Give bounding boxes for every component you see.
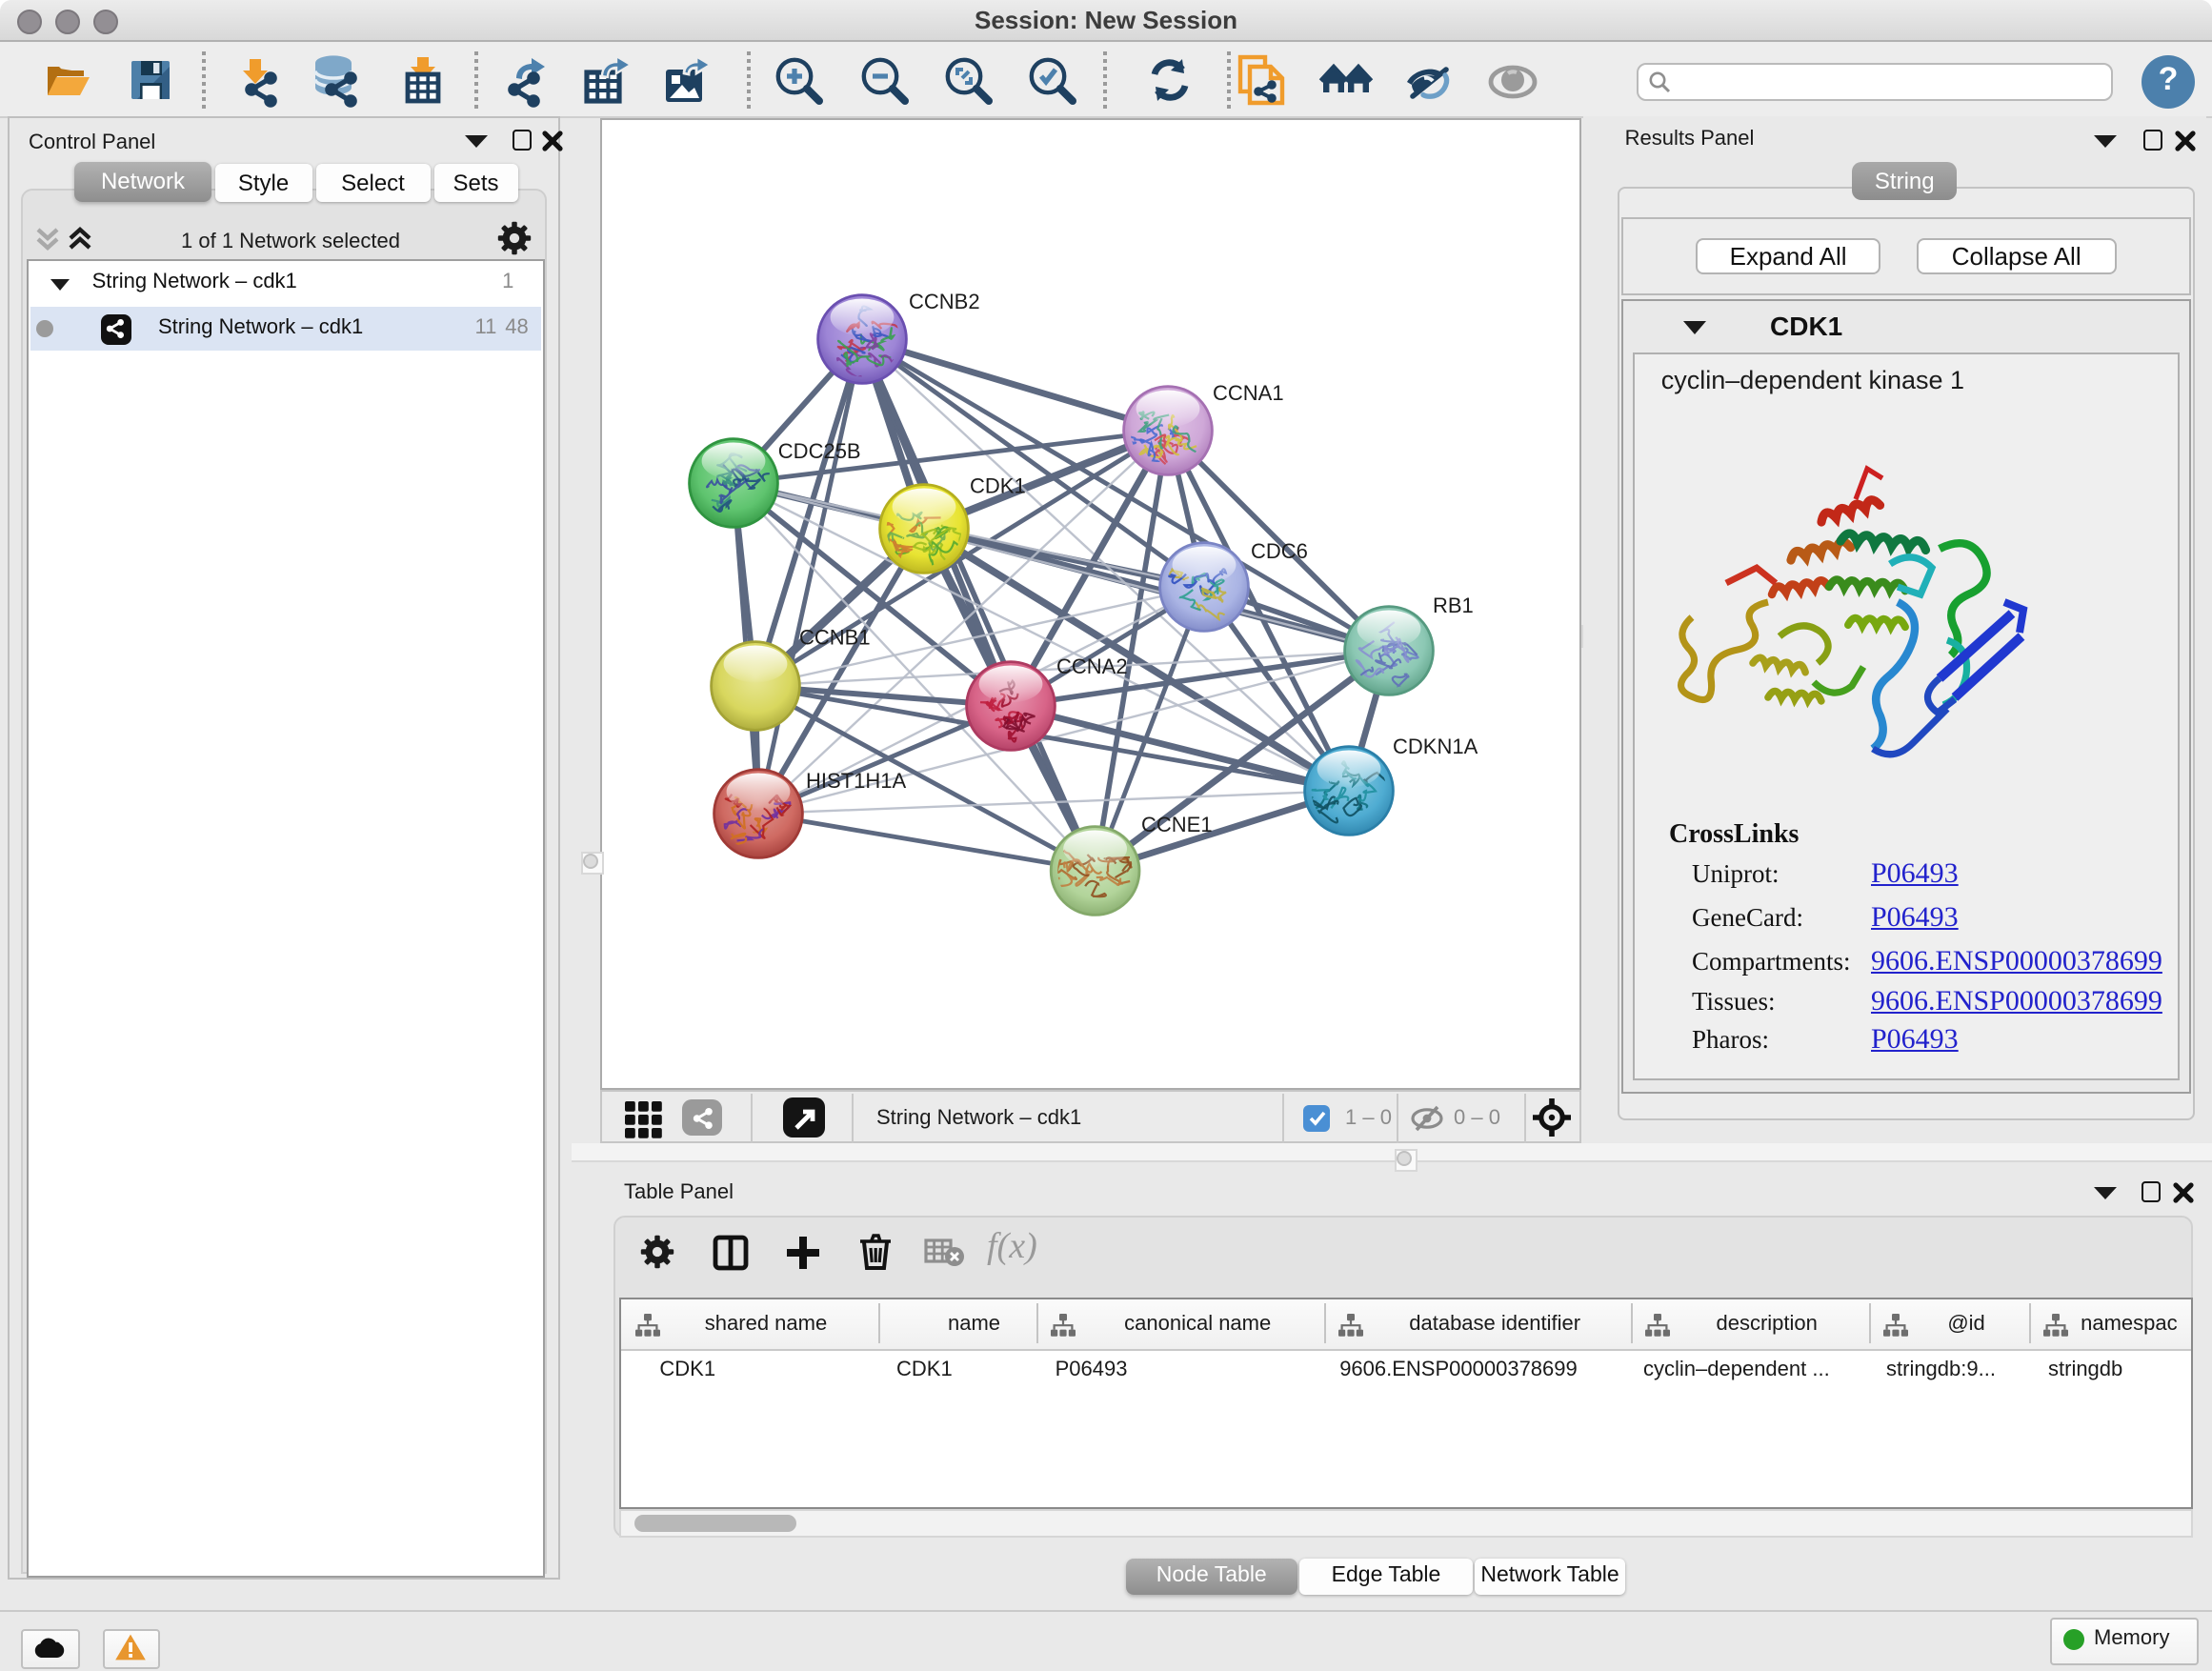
svg-text:CDKN1A: CDKN1A	[1393, 735, 1478, 758]
svg-text:CDC6: CDC6	[1251, 539, 1308, 563]
svg-text:RB1: RB1	[1433, 594, 1474, 617]
svg-text:CCNA1: CCNA1	[1213, 381, 1284, 405]
svg-text:CCNE1: CCNE1	[1141, 813, 1213, 836]
svg-text:CDK1: CDK1	[970, 473, 1026, 497]
svg-text:CDC25B: CDC25B	[778, 439, 861, 463]
svg-text:CCNB2: CCNB2	[909, 290, 980, 313]
svg-text:HIST1H1A: HIST1H1A	[806, 769, 906, 793]
svg-text:CCNB1: CCNB1	[799, 625, 871, 649]
svg-text:CCNA2: CCNA2	[1056, 654, 1128, 678]
